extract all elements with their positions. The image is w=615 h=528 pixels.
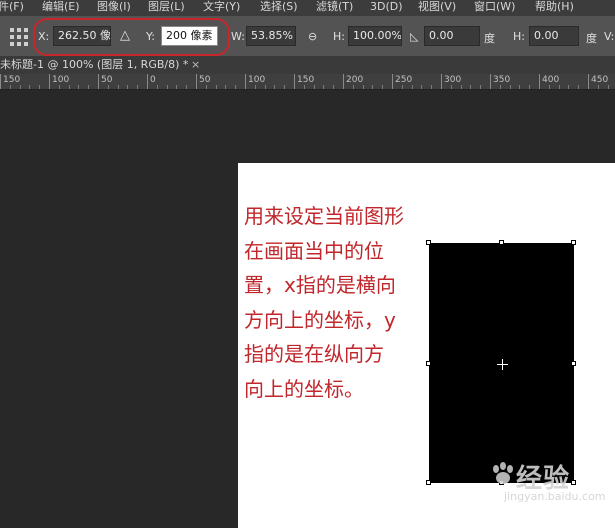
menu-select[interactable]: 选择(S) xyxy=(260,0,298,14)
height-label: H: xyxy=(333,30,345,43)
paw-logo-icon xyxy=(493,462,513,484)
document-tab[interactable]: 未标题-1 @ 100% (图层 1, RGB/8) * × xyxy=(0,57,615,74)
width-label: W: xyxy=(231,30,245,43)
close-tab-icon[interactable]: × xyxy=(191,57,200,73)
annotation-line: 用来设定当前图形 xyxy=(244,204,404,228)
ruler-label: 50 xyxy=(101,75,113,85)
annotation-line: 指的是在纵向方 xyxy=(244,342,384,366)
reference-point-icon[interactable] xyxy=(10,28,28,46)
horizontal-ruler[interactable]: 150 100 50 0 50 100 150 200 250 300 350 … xyxy=(0,74,615,90)
menu-filter[interactable]: 滤镜(T) xyxy=(316,0,353,14)
menu-bar: 件(F) 编辑(E) 图像(I) 图层(L) 文字(Y) 选择(S) 滤镜(T)… xyxy=(0,0,615,16)
highlight-ellipse xyxy=(33,18,230,56)
menu-layer[interactable]: 图层(L) xyxy=(148,0,185,14)
angle-icon: ◺ xyxy=(410,30,419,43)
ruler-label: 150 xyxy=(3,75,21,85)
menu-3d[interactable]: 3D(D) xyxy=(370,0,403,14)
vertical-skew-label: V: xyxy=(604,30,615,43)
document-tab-title: 未标题-1 @ 100% (图层 1, RGB/8) * xyxy=(0,58,189,71)
annotation-line: 在画面当中的位 xyxy=(244,238,384,263)
transform-handle-right[interactable] xyxy=(571,361,576,366)
ruler-label: 350 xyxy=(493,75,511,85)
ruler-label: 300 xyxy=(444,75,462,85)
menu-help[interactable]: 帮助(H) xyxy=(535,0,574,14)
degree-label: 度 xyxy=(484,32,495,45)
width-scale-input[interactable]: 53.85% xyxy=(246,26,296,46)
ruler-label: 400 xyxy=(542,75,560,85)
annotation-line: 方向上的坐标，y xyxy=(244,307,396,332)
transform-handle-bottom-left[interactable] xyxy=(426,480,431,485)
height-scale-input[interactable]: 100.00% xyxy=(348,26,402,46)
watermark: 经验 jingyan.baidu.com xyxy=(490,458,610,518)
ruler-label: 0 xyxy=(150,75,156,85)
reference-point-crosshair-icon[interactable] xyxy=(497,359,508,370)
annotation-line: 向上的坐标。 xyxy=(244,376,364,401)
ruler-label: 450 xyxy=(591,75,609,85)
ruler-label: 50 xyxy=(199,75,211,85)
annotation-line: 置，x指的是横向 xyxy=(244,273,396,297)
transform-handle-left[interactable] xyxy=(426,361,431,366)
transform-handle-top[interactable] xyxy=(499,240,504,245)
annotation-text: 用来设定当前图形 在画面当中的位 置，x指的是横向 方向上的坐标，y 指的是在纵… xyxy=(244,199,434,406)
transform-handle-top-right[interactable] xyxy=(571,240,576,245)
menu-file[interactable]: 件(F) xyxy=(0,0,24,14)
ruler-label: 100 xyxy=(52,75,70,85)
watermark-url: jingyan.baidu.com xyxy=(504,490,606,503)
degree-label-2: 度 xyxy=(586,32,597,45)
ruler-label: 100 xyxy=(248,75,266,85)
ruler-label: 200 xyxy=(346,75,364,85)
menu-view[interactable]: 视图(V) xyxy=(418,0,456,14)
menu-edit[interactable]: 编辑(E) xyxy=(42,0,80,14)
link-icon[interactable]: ⊖ xyxy=(308,30,317,43)
transform-handle-top-left[interactable] xyxy=(426,240,431,245)
horizontal-skew-input[interactable]: 0.00 xyxy=(529,26,579,46)
menu-type[interactable]: 文字(Y) xyxy=(203,0,240,14)
ruler-label: 150 xyxy=(297,75,315,85)
horizontal-skew-label: H: xyxy=(513,30,525,43)
rotation-angle-input[interactable]: 0.00 xyxy=(424,26,480,46)
menu-window[interactable]: 窗口(W) xyxy=(474,0,515,14)
ruler-label: 250 xyxy=(395,75,413,85)
menu-image[interactable]: 图像(I) xyxy=(97,0,131,14)
